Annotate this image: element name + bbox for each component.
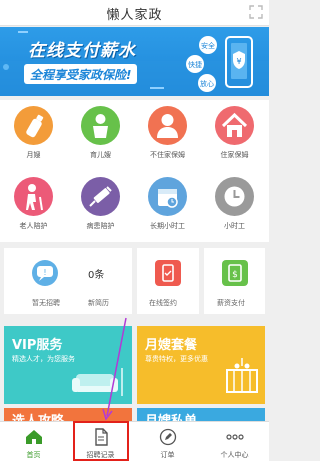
vip-service-banner[interactable]: VIP服务 精选人才，为您服务 [4, 326, 132, 404]
package-subtitle: 尊贵特权，更多优惠 [145, 355, 208, 363]
crib-icon [226, 358, 258, 393]
banner-headline: 在线支付薪水 [28, 41, 136, 61]
recruit-status: 暂无招聘 [32, 299, 60, 307]
service-yuersao[interactable]: 育儿嫂 [67, 100, 134, 171]
service-laoren[interactable]: 老人陪护 [0, 171, 67, 242]
service-label: 不住家保姆 [150, 151, 185, 159]
svg-text:!: ! [43, 268, 46, 277]
salary-pay-label: 薪资支付 [217, 299, 245, 307]
service-label: 病患陪护 [86, 222, 115, 230]
service-label: 育儿嫂 [90, 151, 111, 159]
stats-row: ! 暂无招聘 0条 新简历 在线签约 $ 薪资支付 [0, 248, 269, 316]
service-buzhujia[interactable]: 不住家保姆 [134, 100, 201, 171]
tab-orders-label: 订单 [160, 451, 175, 459]
scan-icon[interactable] [249, 5, 263, 19]
banner-subline: 全程享受家政保险! [24, 64, 138, 84]
contract-phone-icon [155, 260, 181, 286]
service-binghuan[interactable]: 病患陪护 [67, 171, 134, 242]
document-icon [95, 428, 108, 446]
services-grid: 月嫂 育儿嫂 不住家保姆 住家保姆 老人陪护 病患陪护 长期小时工 小时工 [0, 100, 269, 242]
elderly-icon [14, 177, 53, 216]
tab-profile[interactable]: 个人中心 [201, 422, 268, 461]
service-label: 月嫂 [26, 151, 41, 159]
tab-orders[interactable]: 订单 [134, 422, 201, 461]
resume-count: 0条 [88, 270, 105, 281]
service-zhujia[interactable]: 住家保姆 [201, 100, 268, 171]
child-icon [81, 106, 120, 145]
yuesao-package-banner[interactable]: 月嫂套餐 尊贵特权，更多优惠 [137, 326, 265, 404]
baby-bottle-icon [14, 106, 53, 145]
tab-home-label: 首页 [26, 451, 41, 459]
tab-recruit-records[interactable]: 招聘记录 [67, 422, 134, 461]
house-icon [215, 106, 254, 145]
svg-text:$: $ [232, 270, 238, 280]
tab-recruit-label: 招聘记录 [86, 451, 115, 459]
bubble-fast: 快捷 [188, 60, 202, 69]
calendar-icon [148, 177, 187, 216]
service-xiaoshi[interactable]: 小时工 [201, 171, 268, 242]
service-changqi[interactable]: 长期小时工 [134, 171, 201, 242]
online-sign-card[interactable]: 在线签约 [137, 248, 199, 314]
package-title: 月嫂套餐 [145, 338, 198, 353]
selection-guide-banner[interactable]: 选人攻略 [4, 408, 132, 422]
bubble-assured: 放心 [200, 79, 214, 88]
service-label: 住家保姆 [220, 151, 249, 159]
bottom-tab-bar: 首页 招聘记录 订单 个人中心 [0, 421, 269, 461]
app-title: 懒人家政 [106, 8, 163, 23]
clock-icon [215, 177, 254, 216]
vip-title: VIP服务 [12, 338, 63, 353]
service-yuesao[interactable]: 月嫂 [0, 100, 67, 171]
service-label: 长期小时工 [150, 222, 185, 230]
service-label: 小时工 [224, 222, 245, 230]
recruit-card[interactable]: ! 暂无招聘 0条 新简历 [4, 248, 132, 314]
salary-icon: $ [222, 260, 248, 286]
speech-bubble-icon: ! [32, 260, 58, 286]
resume-count-label: 新简历 [88, 299, 109, 307]
phone-shield-icon: 安全 快捷 放心 ¥ [186, 36, 253, 92]
salary-pay-card[interactable]: $ 薪资支付 [204, 248, 265, 314]
title-bar: 懒人家政 [0, 0, 269, 26]
tab-profile-label: 个人中心 [220, 451, 249, 459]
currency-symbol: ¥ [236, 57, 241, 66]
nanny-icon [148, 106, 187, 145]
tab-home[interactable]: 首页 [0, 422, 67, 461]
online-sign-label: 在线签约 [149, 299, 177, 307]
pen-icon [159, 428, 177, 446]
promo-banner[interactable]: 在线支付薪水 全程享受家政保险! 安全 快捷 放心 ¥ [0, 27, 269, 96]
bubble-safe: 安全 [201, 41, 215, 50]
syringe-icon [81, 177, 120, 216]
home-icon [26, 430, 42, 444]
vip-subtitle: 精选人才，为您服务 [12, 355, 75, 363]
more-icon [226, 434, 244, 440]
private-order-banner[interactable]: 月嫂私单 [137, 408, 265, 422]
sofa-icon [72, 368, 123, 396]
service-label: 老人陪护 [19, 222, 48, 230]
